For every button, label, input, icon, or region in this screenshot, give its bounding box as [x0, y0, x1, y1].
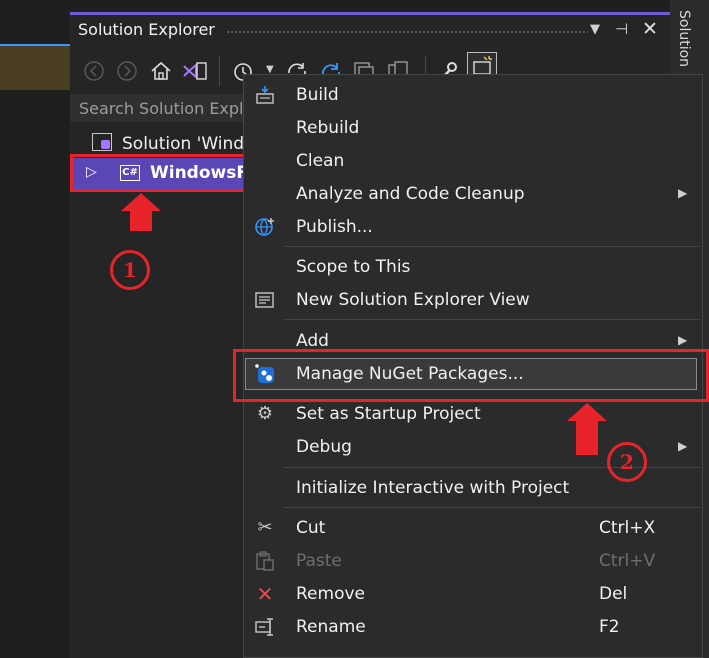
menu-separator — [284, 246, 700, 247]
menu-separator — [284, 507, 700, 508]
menu-item-shortcut: Ctrl+X — [599, 518, 656, 538]
menu-item-rebuild[interactable]: Rebuild — [244, 112, 702, 145]
menu-item-label: Cut — [296, 518, 326, 538]
menu-item-label: Rebuild — [296, 118, 360, 138]
menu-item-label: Clean — [296, 151, 345, 171]
back-icon[interactable] — [83, 60, 105, 87]
build-icon — [254, 84, 276, 106]
annotation-arrow-1 — [121, 193, 161, 231]
submenu-arrow-icon: ▶ — [678, 186, 688, 200]
submenu-arrow-icon: ▶ — [678, 333, 688, 347]
menu-item-label: Publish... — [296, 217, 373, 237]
pin-icon[interactable]: ⊣ — [615, 20, 628, 38]
menu-item-new-view[interactable]: New Solution Explorer View — [244, 284, 702, 317]
menu-item-label: Scope to This — [296, 257, 411, 277]
panel-title: Solution Explorer — [78, 20, 215, 39]
menu-item-label: Set as Startup Project — [296, 404, 481, 424]
tree-item-solution[interactable]: Solution 'Windo — [122, 134, 254, 154]
menu-item-label: New Solution Explorer View — [296, 290, 530, 310]
menu-item-shortcut: Del — [599, 584, 628, 604]
editor-area — [0, 0, 70, 658]
menu-item-label: Debug — [296, 437, 352, 457]
switch-views-icon[interactable] — [182, 60, 208, 89]
menu-item-cut[interactable]: ✂ Cut Ctrl+X — [244, 512, 702, 545]
annotation-step-1: 1 — [110, 250, 150, 290]
forward-icon[interactable] — [116, 60, 138, 87]
menu-item-startup[interactable]: ⚙ Set as Startup Project — [244, 398, 702, 431]
gear-icon: ⚙ — [256, 403, 274, 424]
menu-item-rename[interactable]: Rename F2 — [244, 611, 702, 644]
panel-drag-grip[interactable] — [226, 30, 588, 35]
paste-icon — [254, 550, 276, 572]
side-tab-label[interactable]: Solution — [676, 10, 692, 67]
menu-item-build[interactable]: Build — [244, 79, 702, 112]
menu-item-shortcut: Ctrl+V — [599, 551, 656, 571]
menu-item-paste[interactable]: Paste Ctrl+V — [244, 545, 702, 578]
menu-item-label: Paste — [296, 551, 342, 571]
menu-item-label: Rename — [296, 617, 366, 637]
menu-item-label: Analyze and Code Cleanup — [296, 184, 525, 204]
home-icon[interactable] — [149, 60, 173, 87]
annotation-arrow-2 — [567, 403, 607, 455]
search-placeholder: Search Solution Explo — [79, 99, 254, 118]
editor-tab-strip — [0, 46, 70, 90]
annotation-step-2: 2 — [607, 442, 647, 482]
globe-icon — [254, 216, 276, 238]
close-icon: ✕ — [256, 582, 274, 606]
panel-active-bar — [70, 12, 670, 15]
menu-item-scope[interactable]: Scope to This — [244, 251, 702, 284]
menu-item-publish[interactable]: Publish... — [244, 211, 702, 244]
menu-item-analyze[interactable]: Analyze and Code Cleanup ▶ — [244, 178, 702, 211]
menu-separator — [284, 319, 700, 320]
menu-item-label: Remove — [296, 584, 365, 604]
menu-item-label: Build — [296, 85, 339, 105]
scissors-icon: ✂ — [257, 517, 273, 538]
rename-icon — [254, 616, 276, 638]
new-view-icon — [254, 289, 276, 311]
menu-item-shortcut: F2 — [599, 617, 620, 637]
menu-item-remove[interactable]: ✕ Remove Del — [244, 578, 702, 611]
menu-item-label: Add — [296, 331, 329, 351]
menu-item-clean[interactable]: Clean — [244, 145, 702, 178]
solution-icon — [92, 133, 112, 151]
chevron-down-icon[interactable]: ▼ — [590, 22, 600, 37]
toolbar-divider — [219, 56, 220, 86]
annotation-highlight-project — [70, 154, 258, 192]
close-icon[interactable]: ✕ — [642, 18, 658, 40]
menu-item-label: Initialize Interactive with Project — [296, 478, 570, 498]
submenu-arrow-icon: ▶ — [678, 439, 688, 453]
annotation-highlight-nuget — [233, 349, 709, 402]
